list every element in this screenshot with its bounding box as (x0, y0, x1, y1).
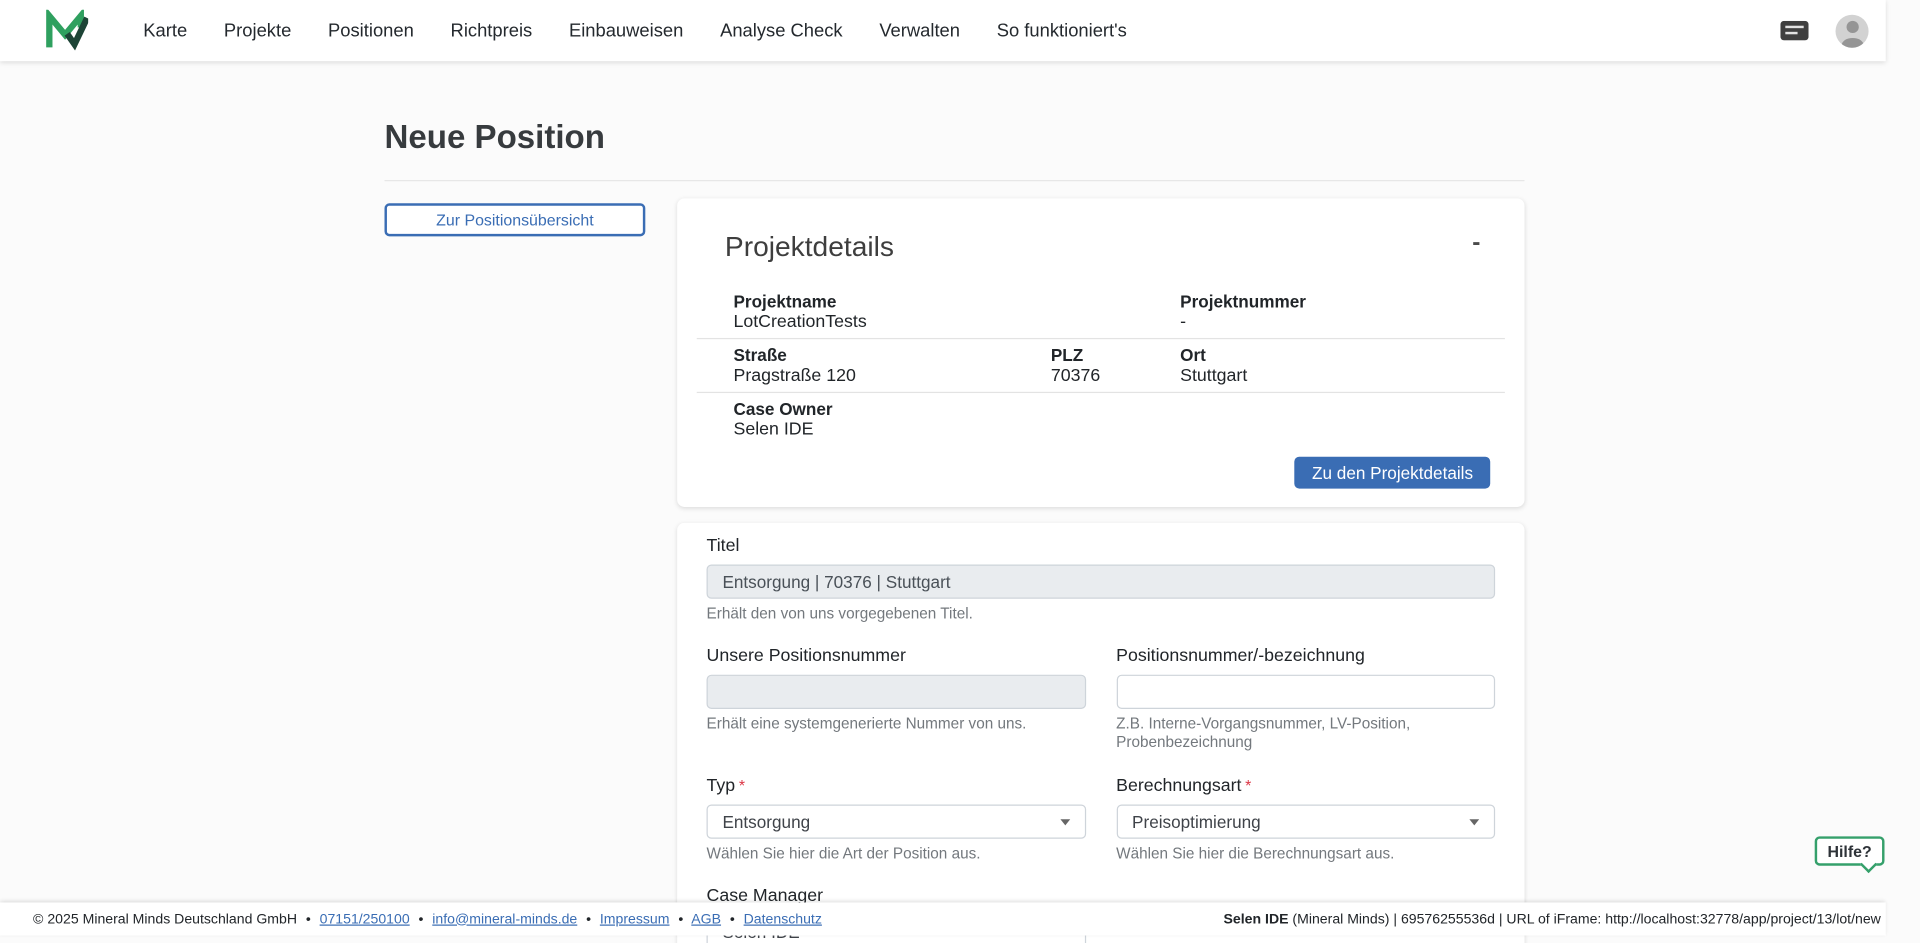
page-title: Neue Position (384, 119, 1524, 157)
footer-user-name: Selen IDE (1224, 912, 1289, 927)
field-case-owner: Case Owner Selen IDE (697, 393, 1505, 446)
typ-helper: Wählen Sie hier die Art der Position aus… (707, 845, 1086, 863)
nav-item-karte[interactable]: Karte (143, 20, 187, 41)
field-label: Ort (1180, 345, 1505, 365)
agb-link[interactable]: AGB (691, 912, 721, 927)
required-asterisk: * (739, 776, 745, 794)
field-label: Projektname (733, 291, 1165, 311)
field-value: Selen IDE (733, 420, 1504, 441)
app-frame: Karte Projekte Positionen Richtpreis Ein… (0, 0, 1886, 940)
field-value: Pragstraße 120 (733, 366, 1036, 387)
project-details-title: Projektdetails (725, 230, 894, 263)
project-details-actions: Zu den Projektdetails (677, 446, 1524, 507)
footer-bar: © 2025 Mineral Minds Deutschland GmbH • … (0, 902, 1886, 935)
table-row: Case Owner Selen IDE (697, 392, 1505, 446)
field-plz: PLZ 70376 (1036, 339, 1165, 392)
footer-session-info: (Mineral Minds) | 69576255536d | URL of … (1289, 912, 1881, 927)
field-label: Case Owner (733, 399, 1504, 419)
berechnungsart-select-value: Preisoptimierung (1132, 812, 1261, 832)
separator-bullet: • (586, 912, 591, 927)
right-column: Projektdetails - Projektname LotCreation… (677, 198, 1524, 943)
field-label: Straße (733, 345, 1036, 365)
project-details-header: Projektdetails - (677, 198, 1524, 285)
unsere-positionsnummer-group: Unsere Positionsnummer Erhält eine syste… (707, 648, 1086, 752)
project-details-table: Projektname LotCreationTests Projektnumm… (697, 285, 1505, 445)
content-layout: Zur Positionsübersicht Projektdetails - … (384, 198, 1524, 943)
titel-label: Titel (707, 538, 1496, 556)
positionsnummer-helper: Z.B. Interne-Vorgangsnummer, LV-Position… (1116, 715, 1495, 752)
nav-item-projekte[interactable]: Projekte (224, 20, 291, 41)
berechnungsart-helper: Wählen Sie hier die Berechnungsart aus. (1116, 845, 1495, 863)
server-icon[interactable] (1780, 21, 1808, 41)
mineral-minds-logo-icon (44, 10, 88, 52)
berechnungsart-label: Berechnungsart* (1116, 776, 1495, 796)
top-navbar: Karte Projekte Positionen Richtpreis Ein… (0, 0, 1886, 61)
typ-select-value: Entsorgung (722, 812, 810, 832)
field-value: - (1180, 312, 1505, 333)
email-link[interactable]: info@mineral-minds.de (432, 912, 577, 927)
field-strasse: Straße Pragstraße 120 (697, 339, 1036, 392)
footer-left: © 2025 Mineral Minds Deutschland GmbH • … (33, 912, 827, 927)
separator-bullet: • (419, 912, 424, 927)
required-asterisk: * (1245, 776, 1251, 794)
collapse-minus-icon[interactable]: - (1472, 230, 1480, 254)
nav-item-positionen[interactable]: Positionen (328, 20, 414, 41)
titel-input (707, 564, 1496, 598)
field-value: LotCreationTests (733, 312, 1165, 333)
separator-bullet: • (306, 912, 311, 927)
impressum-link[interactable]: Impressum (600, 912, 670, 927)
datenschutz-link[interactable]: Datenschutz (744, 912, 822, 927)
table-row: Projektname LotCreationTests Projektnumm… (697, 285, 1505, 338)
nav-item-so-funktionierts[interactable]: So funktioniert's (997, 20, 1127, 41)
left-column: Zur Positionsübersicht (384, 198, 645, 236)
nav-item-verwalten[interactable]: Verwalten (879, 20, 960, 41)
unsere-positionsnummer-helper: Erhält eine systemgenerierte Nummer von … (707, 715, 1086, 733)
phone-link[interactable]: 07151/250100 (320, 912, 410, 927)
copyright-text: © 2025 Mineral Minds Deutschland GmbH (33, 912, 297, 927)
separator-bullet: • (678, 912, 683, 927)
nav-item-richtpreis[interactable]: Richtpreis (451, 20, 533, 41)
field-label: Projektnummer (1180, 291, 1505, 311)
table-row: Straße Pragstraße 120 PLZ 70376 Ort Stut… (697, 338, 1505, 392)
avatar-shoulders (1841, 37, 1863, 47)
project-details-card: Projektdetails - Projektname LotCreation… (677, 198, 1524, 507)
new-position-form-card: Titel Erhält den von uns vorgegebenen Ti… (677, 523, 1524, 943)
titel-helper: Erhält den von uns vorgegebenen Titel. (707, 605, 1496, 623)
field-ort: Ort Stuttgart (1165, 339, 1504, 392)
field-label: PLZ (1051, 345, 1166, 365)
berechnungsart-select[interactable]: Preisoptimierung (1116, 804, 1495, 838)
main-content: Neue Position Zur Positionsübersicht Pro… (0, 61, 1886, 943)
help-button[interactable]: Hilfe? (1815, 836, 1885, 865)
berechnungsart-group: Berechnungsart* Preisoptimierung Wählen … (1116, 776, 1495, 863)
field-projektname: Projektname LotCreationTests (697, 285, 1166, 338)
separator-bullet: • (730, 912, 735, 927)
positionsnummer-group: Positionsnummer/-bezeichnung Z.B. Intern… (1116, 648, 1495, 752)
nav-item-einbauweisen[interactable]: Einbauweisen (569, 20, 683, 41)
typ-select[interactable]: Entsorgung (707, 804, 1086, 838)
positionsnummer-label: Positionsnummer/-bezeichnung (1116, 648, 1495, 666)
back-to-positions-button[interactable]: Zur Positionsübersicht (384, 203, 645, 236)
unsere-positionsnummer-label: Unsere Positionsnummer (707, 648, 1086, 666)
positionsnummer-input[interactable] (1116, 675, 1495, 709)
nav-item-analyse-check[interactable]: Analyse Check (720, 20, 843, 41)
type-fields-row: Typ* Entsorgung Wählen Sie hier die Art … (707, 776, 1496, 863)
number-fields-row: Unsere Positionsnummer Erhält eine syste… (707, 648, 1496, 752)
typ-label: Typ* (707, 776, 1086, 796)
typ-label-text: Typ (707, 776, 736, 796)
typ-group: Typ* Entsorgung Wählen Sie hier die Art … (707, 776, 1086, 863)
berechnungsart-label-text: Berechnungsart (1116, 776, 1241, 796)
avatar-head (1846, 20, 1858, 32)
scale-wrapper: Karte Projekte Positionen Richtpreis Ein… (0, 0, 1920, 943)
field-value: 70376 (1051, 366, 1166, 387)
footer-right: Selen IDE (Mineral Minds) | 69576255536d… (1224, 912, 1881, 927)
unsere-positionsnummer-input (707, 675, 1086, 709)
user-avatar-icon[interactable] (1836, 14, 1869, 47)
navbar-right (1780, 14, 1868, 47)
page-header: Neue Position (384, 119, 1524, 181)
field-projektnummer: Projektnummer - (1165, 285, 1504, 338)
nav-links: Karte Projekte Positionen Richtpreis Ein… (143, 20, 1127, 41)
go-to-project-details-button[interactable]: Zu den Projektdetails (1295, 457, 1490, 489)
field-value: Stuttgart (1180, 366, 1505, 387)
